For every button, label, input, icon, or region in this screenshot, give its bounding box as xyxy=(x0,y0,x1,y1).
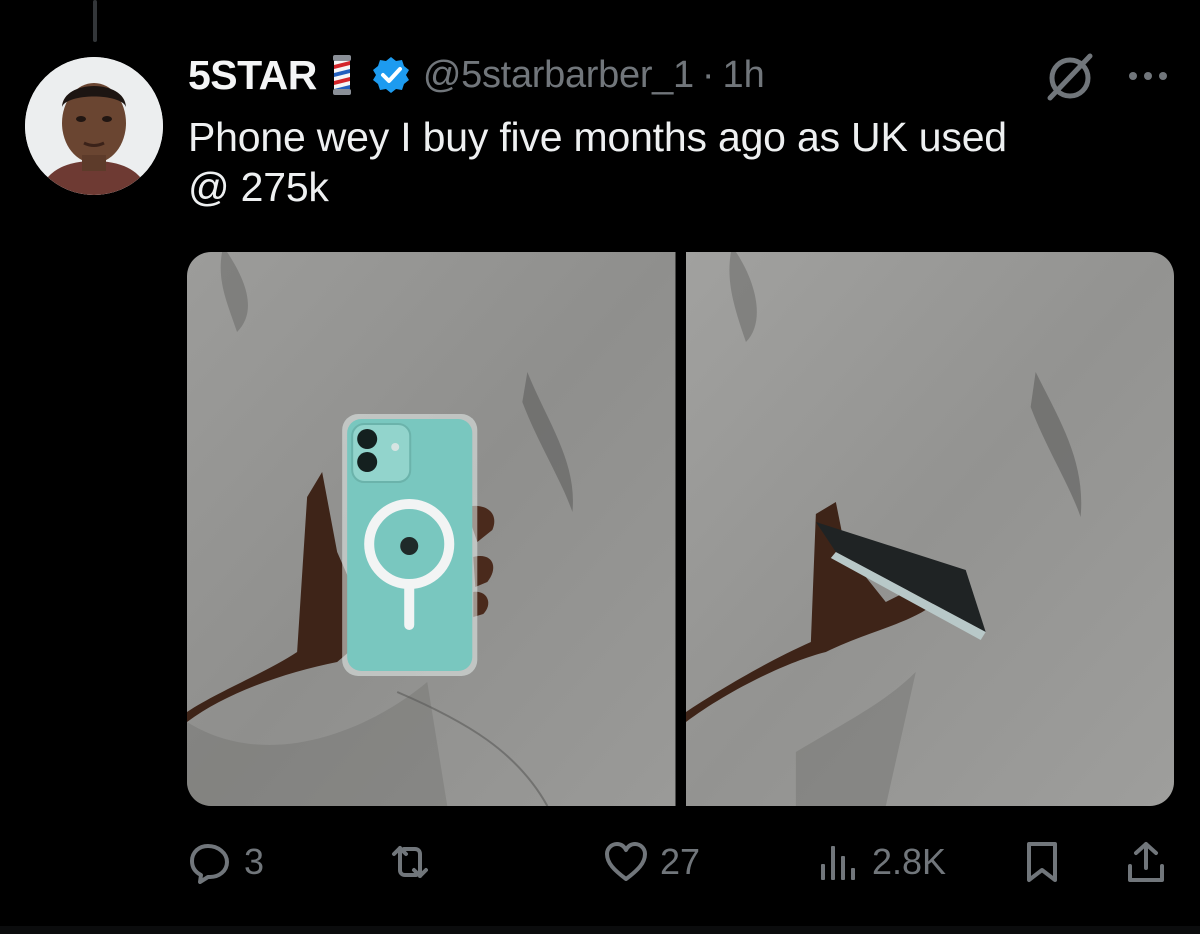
tweet-media[interactable] xyxy=(187,252,1174,806)
heart-icon xyxy=(605,842,647,881)
bookmark-button[interactable] xyxy=(1020,832,1064,892)
author-name[interactable]: 5STAR xyxy=(188,52,317,99)
media-photo-side[interactable] xyxy=(685,252,1174,806)
share-icon xyxy=(1128,842,1164,882)
repost-icon xyxy=(392,846,428,878)
like-button[interactable]: 27 xyxy=(604,832,700,892)
media-photo-front[interactable] xyxy=(187,252,676,806)
tweet-actions: 3 27 2.8K xyxy=(188,832,1178,892)
reply-button[interactable]: 3 xyxy=(188,832,264,892)
separator-dot: · xyxy=(701,53,715,96)
like-count: 27 xyxy=(660,841,701,882)
barber-pole-icon xyxy=(329,54,355,96)
views-count: 2.8K xyxy=(872,841,947,882)
tweet-divider xyxy=(0,926,1200,934)
bookmark-icon xyxy=(1027,842,1057,882)
grok-icon[interactable] xyxy=(1040,52,1100,102)
tweet-text: Phone wey I buy five months ago as UK us… xyxy=(188,114,1007,210)
more-options-icon[interactable] xyxy=(1126,62,1170,90)
avatar[interactable] xyxy=(25,57,163,195)
repost-button[interactable] xyxy=(388,832,444,892)
avatar-photo xyxy=(25,57,163,195)
author-handle[interactable]: @5starbarber_1 xyxy=(423,54,694,97)
share-button[interactable] xyxy=(1124,832,1168,892)
verified-badge-icon xyxy=(371,55,411,95)
reply-icon xyxy=(190,844,229,884)
tweet-header: 5STAR @5starbarber_1 · 1h xyxy=(188,50,765,100)
reply-count: 3 xyxy=(244,841,265,882)
timestamp[interactable]: 1h xyxy=(723,54,765,97)
views-chart-icon xyxy=(821,846,855,880)
thread-line xyxy=(93,0,97,42)
views-button[interactable]: 2.8K xyxy=(816,832,946,892)
